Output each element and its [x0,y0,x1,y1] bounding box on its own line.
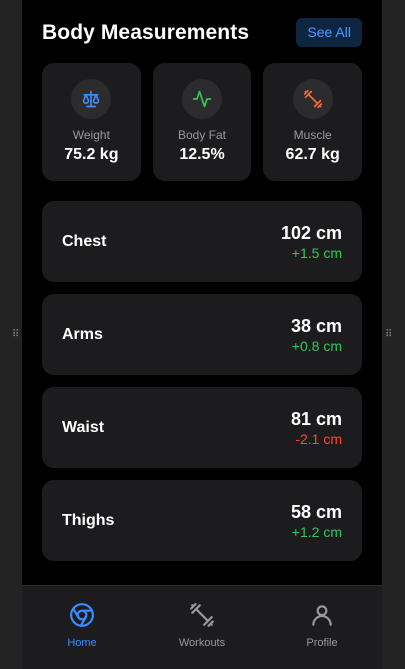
dumbbell-icon [189,602,215,633]
stat-value: 62.7 kg [285,146,340,163]
stat-value: 12.5% [179,146,225,163]
measurement-change: +1.5 cm [291,244,342,261]
stat-value: 75.2 kg [64,146,119,163]
bottom-tab-bar: Home Workouts Profile [22,585,382,669]
user-icon [309,602,335,633]
activity-icon [182,79,222,119]
right-resize-handle[interactable]: ⠿ [385,329,392,341]
measurement-card-waist[interactable]: Waist 81 cm -2.1 cm [42,387,362,468]
scale-icon [71,79,112,119]
measurement-value: 38 cm [290,315,342,336]
measurement-name: Thighs [62,511,115,529]
measurement-card-thighs[interactable]: Thighs 58 cm +1.2 cm [42,480,362,561]
stat-card-muscle[interactable]: Muscle 62.7 kg [263,63,363,181]
stats-row: Weight 75.2 kg Body Fat 12.5% Muscle 62.… [42,63,363,181]
measurement-card-chest[interactable]: Chest 102 cm +1.5 cm [42,201,362,282]
tab-label: Home [67,637,97,649]
page-title: Body Measurements [42,20,250,44]
dumbbell-icon [292,79,333,119]
measurement-change: +0.8 cm [291,337,342,354]
section-header: Body Measurements See All [42,18,362,47]
app-screen: Body Measurements See All Weight 75.2 kg… [22,0,382,669]
tab-home[interactable]: Home [22,586,142,669]
tab-workouts[interactable]: Workouts [142,586,262,669]
measurement-name: Chest [62,232,107,250]
measurement-card-arms[interactable]: Arms 38 cm +0.8 cm [42,294,362,375]
measurement-change: +1.2 cm [291,523,342,540]
stat-label: Weight [72,128,110,142]
measurement-name: Waist [62,418,105,436]
tab-profile[interactable]: Profile [262,586,382,669]
stat-label: Muscle [293,128,332,142]
measurement-name: Arms [62,325,103,343]
tab-label: Profile [306,637,338,649]
measurement-value: 81 cm [290,408,342,429]
measurement-change: -2.1 cm [295,430,342,447]
measurement-value: 102 cm [280,222,342,243]
see-all-button[interactable]: See All [296,18,362,47]
left-resize-handle[interactable]: ⠿ [12,329,19,341]
chrome-icon [69,602,95,633]
stat-card-weight[interactable]: Weight 75.2 kg [42,63,141,181]
stat-card-body-fat[interactable]: Body Fat 12.5% [152,63,252,181]
stat-label: Body Fat [177,128,227,142]
measurement-value: 58 cm [290,501,342,522]
tab-label: Workouts [178,637,226,649]
